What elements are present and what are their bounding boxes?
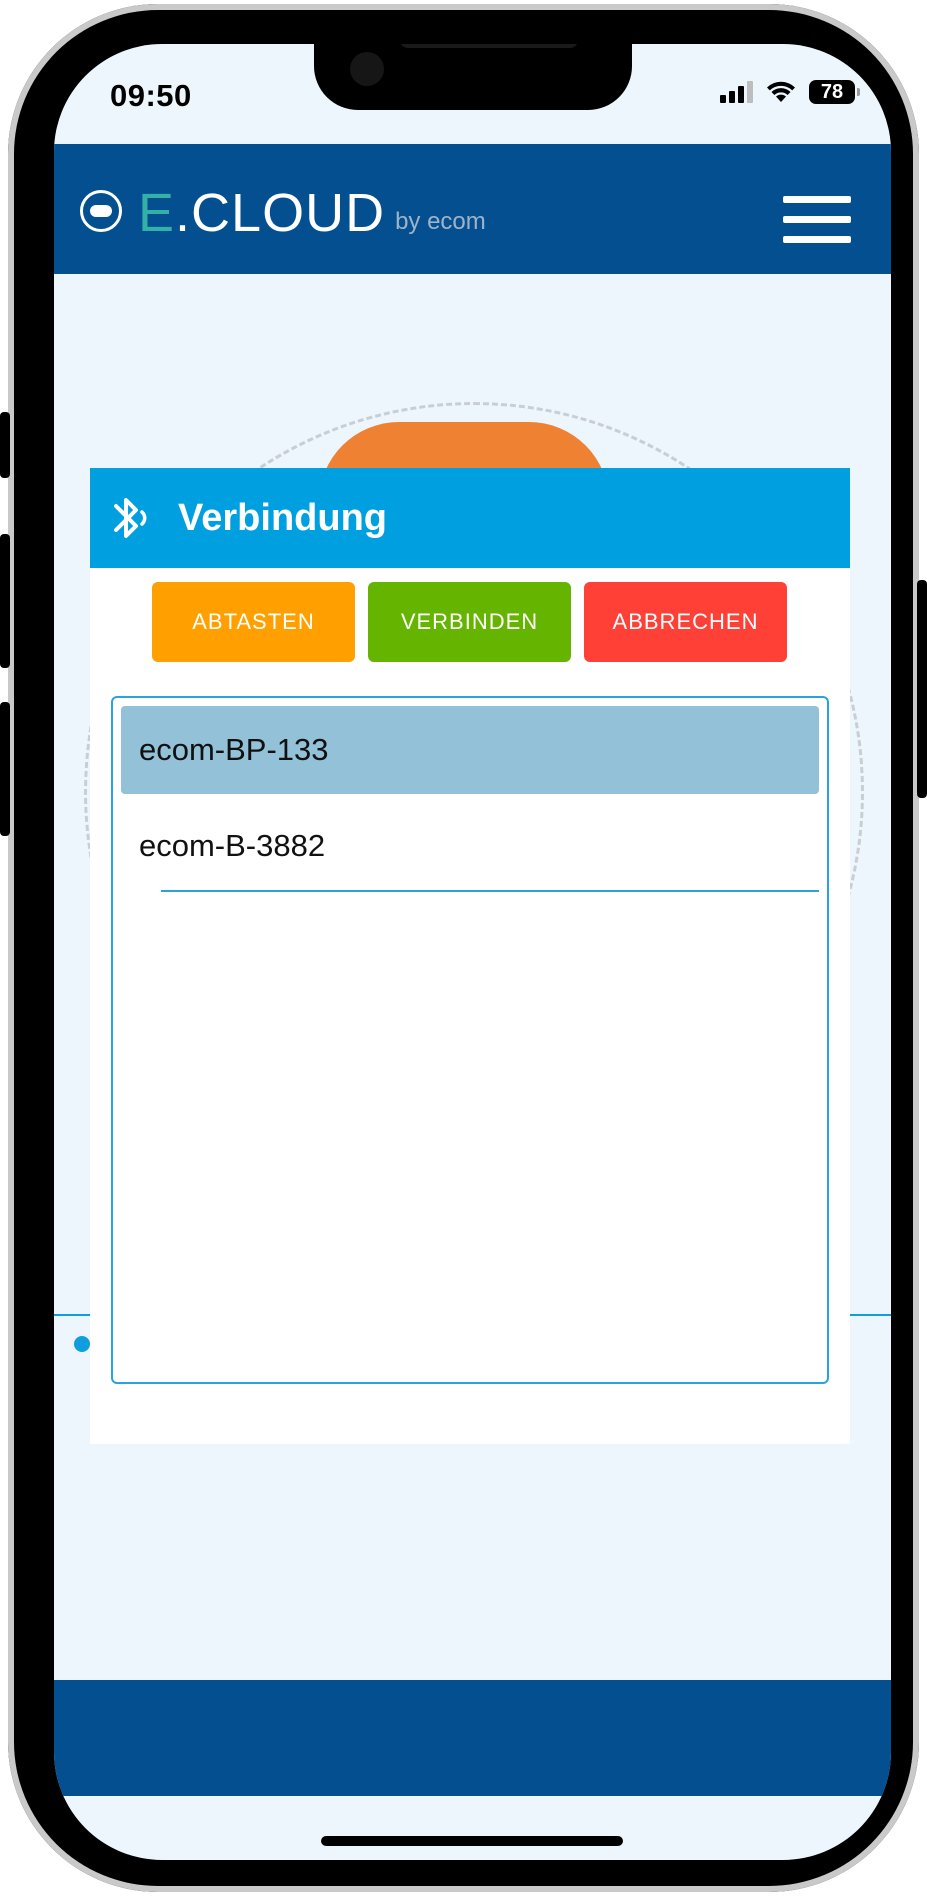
logo-cloud-text: .CLOUD (175, 183, 386, 243)
logo-wordmark: E.CLOUD (138, 186, 385, 240)
dialog-buttons: ABTASTEN VERBINDEN ABBRECHEN (152, 582, 787, 662)
logo-by-text: by ecom (395, 208, 486, 235)
bluetooth-icon (114, 498, 147, 538)
device-item[interactable]: ecom-B-3882 (121, 802, 819, 892)
cancel-button[interactable]: ABBRECHEN (584, 582, 787, 662)
status-time: 09:50 (110, 78, 192, 113)
menu-icon[interactable] (783, 196, 851, 244)
battery-icon: 78 (809, 80, 860, 104)
notch (314, 44, 632, 110)
device-list[interactable]: ecom-BP-133 ecom-B-3882 (111, 696, 829, 1384)
side-button-volume-up (0, 534, 10, 668)
scan-button[interactable]: ABTASTEN (152, 582, 355, 662)
cellular-signal-icon (720, 81, 753, 103)
speaker (400, 44, 578, 48)
dialog-header: Verbindung (90, 468, 850, 568)
logo-e: E (138, 183, 176, 243)
app-footer (54, 1680, 891, 1796)
side-button-silent (0, 412, 10, 478)
home-indicator[interactable] (321, 1836, 623, 1846)
phone-frame: 09:50 78 E.CLOUD by ecom Verbindung ABTA… (0, 4, 927, 1892)
background-indicator-dot (74, 1336, 90, 1352)
device-item-selected[interactable]: ecom-BP-133 (121, 706, 819, 794)
screen: 09:50 78 E.CLOUD by ecom Verbindung ABTA… (54, 44, 891, 1860)
connection-dialog: Verbindung ABTASTEN VERBINDEN ABBRECHEN … (90, 468, 850, 1444)
app-header: E.CLOUD by ecom (54, 144, 891, 274)
front-camera (350, 52, 384, 86)
status-icons: 78 (720, 80, 860, 104)
side-button-volume-down (0, 702, 10, 836)
dialog-title: Verbindung (178, 496, 387, 539)
ecloud-logo: E.CLOUD by ecom (80, 186, 486, 240)
cloud-icon (80, 190, 122, 232)
connect-button[interactable]: VERBINDEN (368, 582, 571, 662)
wifi-icon (767, 81, 795, 102)
side-button-power (917, 580, 927, 798)
